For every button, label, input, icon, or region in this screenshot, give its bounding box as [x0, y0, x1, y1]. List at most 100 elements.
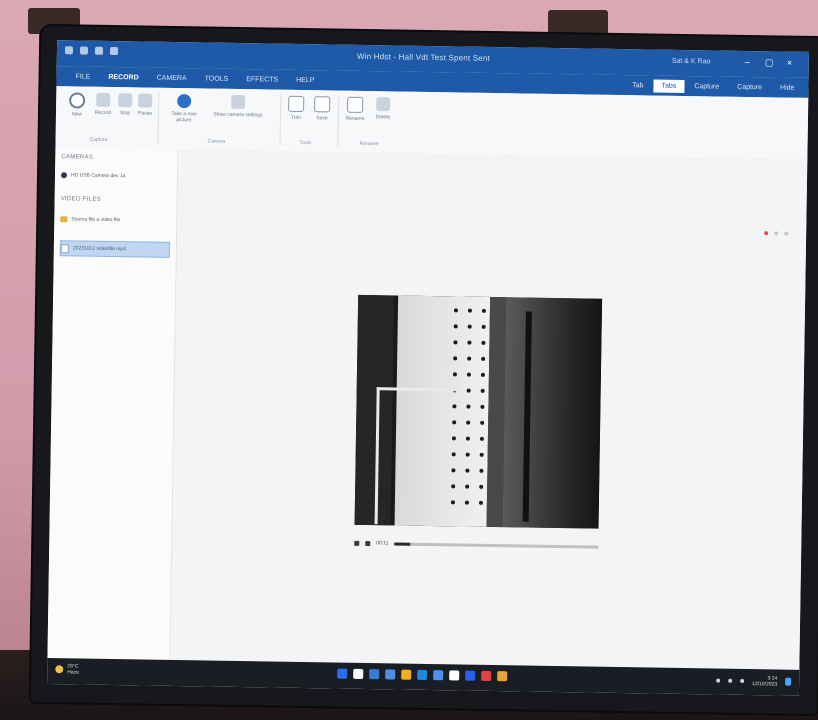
weather-desc: Haze: [67, 669, 79, 676]
taskbar-app-icon[interactable]: [433, 670, 444, 681]
close-button[interactable]: ×: [787, 58, 792, 68]
undo-icon[interactable]: [79, 46, 89, 55]
taskbar-app-icon[interactable]: [481, 670, 492, 682]
trim-button[interactable]: Trim: [282, 95, 310, 121]
hole: [465, 468, 470, 473]
taskbar-app-icon[interactable]: [417, 669, 428, 681]
hole: [465, 452, 470, 457]
clock[interactable]: 3:14 12/10/2023: [752, 675, 777, 687]
hole: [467, 308, 472, 313]
hole: [453, 308, 458, 313]
seek-bar[interactable]: [394, 541, 599, 549]
pause-icon: [138, 93, 153, 108]
sidebar-item-video-file[interactable]: 20231012 videofile.mp4: [59, 240, 170, 258]
hole: [480, 388, 485, 393]
new-icon: [69, 92, 86, 109]
sidebar-item-label: Source file a video file: [71, 216, 121, 224]
user-name[interactable]: Sat & K Rao: [672, 58, 711, 66]
tab-record[interactable]: Record: [99, 74, 148, 88]
taskbar-app-icon[interactable]: [385, 669, 396, 680]
open-icon[interactable]: [109, 46, 119, 56]
group-label: Rename: [359, 140, 379, 148]
main-pane: 00:11: [170, 150, 808, 670]
save-video-icon: [314, 96, 331, 113]
tab-help[interactable]: Help: [287, 77, 323, 91]
view-tabs: Tab Tabs Capture Capture Hide: [624, 79, 802, 95]
search-icon[interactable]: [353, 668, 364, 680]
sidebar-section-files: Video Files: [60, 196, 101, 203]
view-tab[interactable]: Hide: [772, 81, 803, 94]
camera-settings-button[interactable]: Show camera settings: [210, 94, 266, 119]
hole: [466, 420, 471, 425]
take-picture-button[interactable]: Take a new picture: [164, 94, 204, 124]
save-icon[interactable]: [64, 46, 74, 55]
rename-button[interactable]: Rename: [340, 96, 370, 122]
taskbar-app-icon[interactable]: [497, 671, 508, 682]
hole: [466, 388, 471, 393]
indicator-dot: [764, 231, 769, 236]
hole: [464, 500, 469, 505]
group-label: Capture: [89, 136, 108, 143]
view-tab[interactable]: Capture: [729, 81, 770, 95]
hole: [479, 436, 484, 441]
folder-icon: [60, 216, 68, 223]
hole: [453, 324, 458, 329]
view-tab[interactable]: Tab: [624, 79, 651, 92]
indicator-dot: [774, 231, 779, 236]
pause-button[interactable]: Pause: [128, 93, 162, 117]
save-video-button[interactable]: Save: [308, 96, 336, 121]
tab-file[interactable]: File: [66, 73, 99, 87]
wifi-icon[interactable]: [728, 678, 733, 683]
system-tray: 3:14 12/10/2023: [716, 675, 792, 688]
start-icon[interactable]: [337, 668, 348, 679]
taskbar-app-icon[interactable]: [401, 669, 412, 680]
group-label: Tools: [299, 139, 312, 147]
taskbar-app-icon[interactable]: [465, 670, 476, 681]
playback-controls: 00:11: [354, 537, 599, 553]
minimize-button[interactable]: –: [745, 57, 750, 67]
notification-icon[interactable]: [785, 677, 792, 686]
ribbon-group-tools: Trim Save Tools: [281, 93, 340, 147]
hole: [481, 308, 486, 313]
taskbar-app-icon[interactable]: [449, 670, 460, 681]
taskbar-app-icon[interactable]: [369, 669, 380, 680]
hole: [478, 500, 483, 505]
hole: [480, 420, 485, 425]
indicator-dot: [784, 231, 789, 236]
hole: [467, 340, 472, 345]
sidebar-item-label: HD USB Camera dev 1a: [70, 172, 126, 180]
volume-icon[interactable]: [365, 540, 371, 546]
rename-icon: [347, 96, 364, 113]
delete-icon: [376, 97, 391, 112]
play-icon[interactable]: [354, 540, 360, 546]
tab-tools[interactable]: Tools: [195, 75, 237, 89]
view-tab[interactable]: Capture: [686, 80, 727, 94]
hole: [467, 356, 472, 361]
camera-icon: [177, 94, 192, 109]
window-title: Win Hdst - Hall Vdt Test Spent Sent: [356, 51, 491, 63]
quick-access-toolbar: [64, 46, 119, 56]
seek-bar-progress: [394, 541, 411, 546]
video-scene-right: [502, 297, 603, 529]
ribbon-group-capture: New Record Stop Pause Capture: [59, 90, 162, 144]
trim-icon: [288, 95, 305, 113]
sidebar-item-camera[interactable]: HD USB Camera dev 1a: [60, 168, 169, 184]
webcam-icon: [60, 172, 68, 179]
view-tab-selected[interactable]: Tabs: [653, 79, 685, 93]
speaker-icon[interactable]: [740, 678, 745, 683]
playback-time: 00:11: [376, 540, 389, 547]
sidebar-item-folder[interactable]: Source file a video file: [60, 212, 168, 228]
hole: [467, 324, 472, 329]
tab-effects[interactable]: Effects: [237, 76, 287, 90]
tab-camera[interactable]: Camera: [148, 75, 196, 89]
weather-widget[interactable]: 28°C Haze: [55, 663, 79, 676]
maximize-button[interactable]: ▢: [765, 57, 774, 68]
hole: [452, 372, 457, 377]
video-preview[interactable]: [354, 294, 603, 529]
redo-icon[interactable]: [94, 46, 104, 55]
hole: [479, 468, 484, 473]
chevron-up-icon[interactable]: [716, 678, 721, 683]
monitor: Win Hdst - Hall Vdt Test Spent Sent Sat …: [30, 25, 818, 715]
delete-button[interactable]: Delete: [368, 97, 398, 120]
settings-icon: [231, 94, 246, 110]
